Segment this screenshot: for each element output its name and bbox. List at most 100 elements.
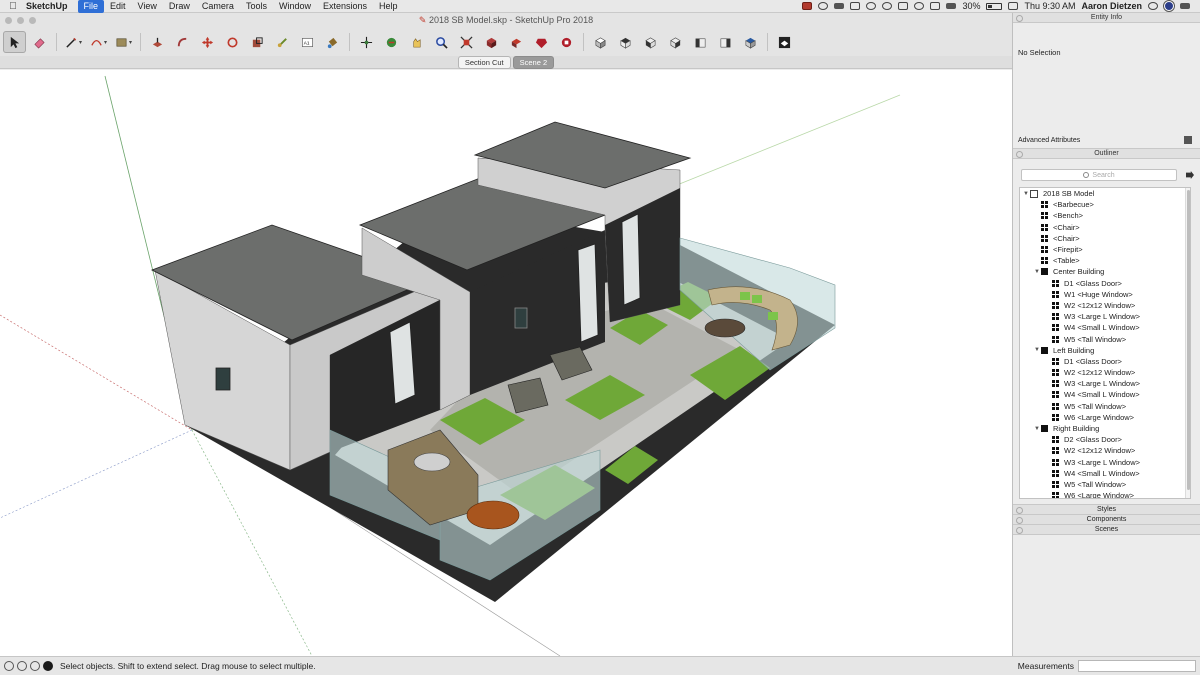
outliner-row[interactable]: W1 <Huge Window> bbox=[1020, 289, 1190, 300]
expand-toggle-icon[interactable]: ▼ bbox=[1033, 426, 1041, 432]
components-panel-header[interactable]: Components bbox=[1013, 515, 1200, 525]
outliner-header[interactable]: Outliner bbox=[1013, 149, 1200, 159]
outliner-row[interactable]: <Table> bbox=[1020, 255, 1190, 266]
iso-view-button[interactable] bbox=[589, 31, 612, 53]
scene-tab-section-cut[interactable]: Section Cut bbox=[457, 55, 511, 69]
rotate-tool-button[interactable] bbox=[221, 31, 244, 53]
orbit-tool-button[interactable] bbox=[355, 31, 378, 53]
push-pull-tool-button[interactable] bbox=[146, 31, 169, 53]
outliner-row[interactable]: W5 <Tall Window> bbox=[1020, 401, 1190, 412]
instructor-icon[interactable] bbox=[43, 661, 53, 671]
outliner-row[interactable]: <Chair> bbox=[1020, 233, 1190, 244]
outliner-row[interactable]: W3 <Large L Window> bbox=[1020, 311, 1190, 322]
zoom-tool-button[interactable] bbox=[430, 31, 453, 53]
measurements-input[interactable] bbox=[1078, 660, 1196, 672]
back-view-button[interactable] bbox=[689, 31, 712, 53]
outliner-row[interactable]: W4 <Small L Window> bbox=[1020, 389, 1190, 400]
layout-button[interactable] bbox=[555, 31, 578, 53]
siri-icon[interactable] bbox=[1164, 1, 1174, 11]
creative-cloud-icon[interactable] bbox=[818, 2, 829, 10]
menu-extensions[interactable]: Extensions bbox=[317, 0, 373, 13]
menu-help[interactable]: Help bbox=[373, 0, 404, 13]
expand-toggle-icon[interactable]: ▼ bbox=[1033, 347, 1041, 353]
right-view-button[interactable] bbox=[664, 31, 687, 53]
menu-camera[interactable]: Camera bbox=[196, 0, 240, 13]
model-drawing[interactable] bbox=[0, 70, 1012, 656]
apple-menu-icon[interactable]:  bbox=[0, 1, 26, 12]
user-name[interactable]: Aaron Dietzen bbox=[1081, 1, 1142, 11]
model-viewport[interactable] bbox=[0, 70, 1012, 656]
entity-info-header[interactable]: Entity Info bbox=[1013, 13, 1200, 23]
top-view-button[interactable] bbox=[614, 31, 637, 53]
eraser-tool-button[interactable] bbox=[28, 31, 51, 53]
outliner-row[interactable]: W4 <Small L Window> bbox=[1020, 468, 1190, 479]
clock[interactable]: Thu 9:30 AM bbox=[1024, 1, 1075, 11]
bluetooth-icon[interactable] bbox=[898, 2, 909, 10]
offset-tool-button[interactable] bbox=[271, 31, 294, 53]
outliner-row[interactable]: <Firepit> bbox=[1020, 244, 1190, 255]
xray-button[interactable] bbox=[773, 31, 796, 53]
outliner-row[interactable]: D1 <Glass Door> bbox=[1020, 278, 1190, 289]
details-arrow-icon[interactable] bbox=[1186, 171, 1194, 179]
menu-window[interactable]: Window bbox=[273, 0, 317, 13]
arc-tool-button[interactable]: ▾ bbox=[87, 31, 110, 53]
text-tool-button[interactable]: A1 bbox=[296, 31, 319, 53]
extension-warehouse-button[interactable] bbox=[505, 31, 528, 53]
line-dropdown-icon[interactable]: ▾ bbox=[79, 39, 82, 46]
menu-view[interactable]: View bbox=[132, 0, 163, 13]
sketchup-3dw-button[interactable] bbox=[530, 31, 553, 53]
zoom-extents-tool-button[interactable] bbox=[455, 31, 478, 53]
advanced-attributes-icon[interactable] bbox=[1184, 136, 1192, 144]
menu-tools[interactable]: Tools bbox=[240, 0, 273, 13]
notification-center-icon[interactable] bbox=[1180, 3, 1190, 9]
pan-tool-button[interactable] bbox=[380, 31, 403, 53]
airplay-icon[interactable] bbox=[930, 2, 941, 10]
outliner-search-input[interactable]: Search bbox=[1021, 169, 1177, 181]
outliner-row[interactable]: ▼ 2018 SB Model bbox=[1020, 188, 1190, 199]
outliner-row[interactable]: ▼ Right Building bbox=[1020, 423, 1190, 434]
scenes-panel-header[interactable]: Scenes bbox=[1013, 525, 1200, 535]
outliner-row[interactable]: <Chair> bbox=[1020, 222, 1190, 233]
scene-tab-scene-2[interactable]: Scene 2 bbox=[512, 55, 555, 69]
battery-icon[interactable] bbox=[986, 2, 1003, 10]
outliner-row[interactable]: <Barbecue> bbox=[1020, 199, 1190, 210]
outliner-row[interactable]: W6 <Large Window> bbox=[1020, 412, 1190, 423]
outliner-row[interactable]: W3 <Large L Window> bbox=[1020, 457, 1190, 468]
scale-tool-button[interactable] bbox=[246, 31, 269, 53]
outliner-row[interactable]: ▼ Center Building bbox=[1020, 266, 1190, 277]
follow-me-tool-button[interactable] bbox=[171, 31, 194, 53]
outliner-row[interactable]: W5 <Tall Window> bbox=[1020, 479, 1190, 490]
outliner-row[interactable]: W2 <12x12 Window> bbox=[1020, 300, 1190, 311]
menu-draw[interactable]: Draw bbox=[163, 0, 196, 13]
time-machine-icon[interactable] bbox=[882, 2, 893, 10]
bottom-view-button[interactable] bbox=[739, 31, 762, 53]
close-window-button[interactable] bbox=[5, 17, 12, 24]
front-view-button[interactable] bbox=[639, 31, 662, 53]
menu-file[interactable]: File bbox=[77, 0, 105, 13]
record-icon[interactable] bbox=[802, 2, 813, 10]
outliner-scrollbar[interactable] bbox=[1185, 188, 1190, 498]
outliner-row[interactable]: <Bench> bbox=[1020, 210, 1190, 221]
zoom-window-button[interactable] bbox=[29, 17, 36, 24]
outliner-row[interactable]: W3 <Large L Window> bbox=[1020, 378, 1190, 389]
paint-bucket-tool-button[interactable] bbox=[321, 31, 344, 53]
outliner-row[interactable]: W6 <Large Window> bbox=[1020, 490, 1190, 498]
menu-edit[interactable]: Edit bbox=[104, 0, 132, 13]
select-tool-button[interactable] bbox=[3, 31, 26, 53]
outliner-row[interactable]: D1 <Glass Door> bbox=[1020, 356, 1190, 367]
outliner-row[interactable]: W4 <Small L Window> bbox=[1020, 322, 1190, 333]
geo-location-icon[interactable] bbox=[4, 661, 14, 671]
outliner-row[interactable]: ▼ Left Building bbox=[1020, 345, 1190, 356]
outliner-row[interactable]: W2 <12x12 Window> bbox=[1020, 367, 1190, 378]
app-menu[interactable]: SketchUp bbox=[26, 1, 68, 11]
flux-icon[interactable] bbox=[850, 2, 861, 10]
account-icon[interactable] bbox=[30, 661, 40, 671]
credits-icon[interactable] bbox=[17, 661, 27, 671]
advanced-attributes-label[interactable]: Advanced Attributes bbox=[1018, 137, 1080, 144]
move-tool-button[interactable] bbox=[196, 31, 219, 53]
outliner-row[interactable]: W5 <Tall Window> bbox=[1020, 333, 1190, 344]
outliner-tree[interactable]: ▼ 2018 SB Model <Barbecue> <Bench> <Chair> <C… bbox=[1019, 187, 1191, 499]
line-tool-button[interactable]: ▾ bbox=[62, 31, 85, 53]
minimize-window-button[interactable] bbox=[17, 17, 24, 24]
look-around-tool-button[interactable] bbox=[405, 31, 428, 53]
